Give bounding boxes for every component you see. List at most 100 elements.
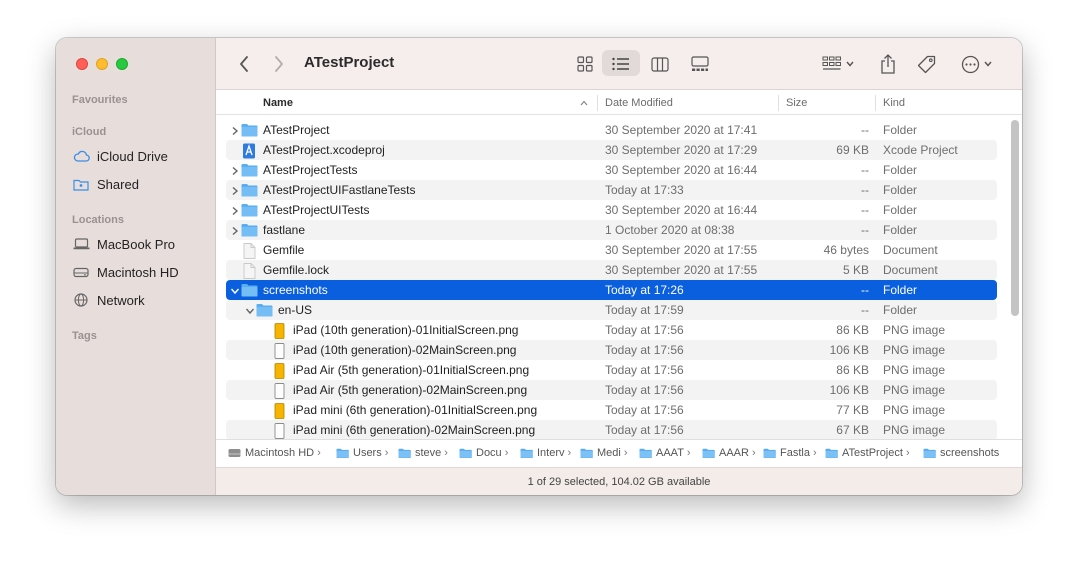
- status-bar: 1 of 29 selected, 104.02 GB available: [216, 467, 1022, 495]
- path-item[interactable]: AAAT ›: [639, 447, 691, 459]
- icon-view-button[interactable]: [572, 52, 598, 76]
- sidebar-item-macintosh-hd[interactable]: Macintosh HD: [72, 262, 179, 282]
- path-item-label: Interv: [537, 447, 565, 459]
- path-item-label: steve: [415, 447, 442, 459]
- file-kind: PNG image: [883, 343, 946, 357]
- home-folder-icon: [398, 448, 415, 458]
- file-row[interactable]: en-US Today at 17:59 -- Folder: [226, 300, 997, 320]
- column-header-date[interactable]: Date Modified: [605, 97, 673, 109]
- file-row[interactable]: ATestProject.xcodeproj 30 September 2020 …: [226, 140, 997, 160]
- file-name: iPad (10th generation)-01InitialScreen.p…: [293, 323, 519, 337]
- sidebar-section-locations[interactable]: Locations: [72, 214, 124, 226]
- list-view-button[interactable]: [607, 52, 635, 76]
- file-date-modified: 30 September 2020 at 17:41: [605, 123, 758, 137]
- cloud-icon: [72, 149, 90, 163]
- path-item[interactable]: Interv ›: [520, 447, 571, 459]
- share-button[interactable]: [876, 51, 900, 77]
- minimize-window-button[interactable]: [96, 58, 108, 70]
- sidebar-section-icloud[interactable]: iCloud: [72, 126, 106, 138]
- folder-icon: [241, 163, 258, 177]
- file-date-modified: 30 September 2020 at 17:55: [605, 243, 758, 257]
- columns-icon: [651, 56, 669, 72]
- file-date-modified: 30 September 2020 at 17:29: [605, 143, 758, 157]
- path-item-label: Medi: [597, 447, 621, 459]
- group-by-button[interactable]: [818, 52, 858, 76]
- list-icon: [612, 57, 629, 71]
- back-button[interactable]: [234, 54, 254, 74]
- path-separator-icon: ›: [751, 447, 756, 459]
- path-item[interactable]: ATestProject ›: [825, 447, 910, 459]
- file-size: --: [861, 183, 869, 197]
- file-kind: Document: [883, 243, 938, 257]
- disclosure-expanded-icon[interactable]: [230, 285, 240, 295]
- file-name: en-US: [278, 303, 313, 317]
- path-item[interactable]: Macintosh HD ›: [228, 447, 321, 459]
- file-row[interactable]: ATestProjectTests 30 September 2020 at 16…: [226, 160, 997, 180]
- column-header-size[interactable]: Size: [786, 97, 807, 109]
- file-row[interactable]: iPad (10th generation)-02MainScreen.png T…: [226, 340, 997, 360]
- png-image-icon: [271, 423, 288, 439]
- path-item[interactable]: Medi ›: [580, 447, 628, 459]
- toolbar: ATestProject: [216, 38, 1022, 90]
- disclosure-collapsed-icon[interactable]: [230, 225, 240, 236]
- forward-button[interactable]: [269, 54, 289, 74]
- tag-icon: [917, 55, 935, 73]
- file-row[interactable]: iPad (10th generation)-01InitialScreen.p…: [226, 320, 997, 340]
- column-header-name[interactable]: Name: [263, 97, 293, 109]
- file-row[interactable]: iPad mini (6th generation)-02MainScreen.…: [226, 420, 997, 439]
- folder-icon: [241, 183, 258, 197]
- sidebar-item-macbook-pro[interactable]: MacBook Pro: [72, 234, 175, 254]
- file-row[interactable]: fastlane 1 October 2020 at 08:38 -- Folder: [226, 220, 997, 240]
- file-row[interactable]: iPad mini (6th generation)-01InitialScre…: [226, 400, 997, 420]
- file-row[interactable]: Gemfile.lock 30 September 2020 at 17:55 5 …: [226, 260, 997, 280]
- file-kind: Folder: [883, 183, 918, 197]
- sidebar-item-shared[interactable]: Shared: [72, 174, 139, 194]
- disclosure-collapsed-icon[interactable]: [230, 185, 240, 196]
- vertical-scrollbar[interactable]: [1011, 120, 1019, 316]
- file-name: screenshots: [263, 283, 328, 297]
- path-bar: Macintosh HD › Users › steve › Docu › Interv › Med…: [216, 439, 1022, 467]
- file-row[interactable]: Gemfile 30 September 2020 at 17:55 46 byte…: [226, 240, 997, 260]
- file-size: 46 bytes: [823, 243, 869, 257]
- path-item[interactable]: Docu ›: [459, 447, 508, 459]
- disclosure-collapsed-icon[interactable]: [230, 205, 240, 216]
- path-separator-icon: ›: [444, 447, 448, 459]
- disclosure-expanded-icon[interactable]: [245, 305, 255, 315]
- file-row[interactable]: ATestProject 30 September 2020 at 17:41 --…: [226, 120, 997, 140]
- disclosure-collapsed-icon[interactable]: [230, 125, 240, 136]
- sidebar-section-favourites[interactable]: Favourites: [72, 94, 128, 106]
- column-view-button[interactable]: [647, 52, 673, 76]
- sidebar-section-tags[interactable]: Tags: [72, 330, 97, 342]
- file-row[interactable]: iPad Air (5th generation)-02MainScreen.p…: [226, 380, 997, 400]
- file-name: Gemfile: [263, 243, 305, 257]
- disclosure-collapsed-icon[interactable]: [230, 165, 240, 176]
- path-item[interactable]: AAAR ›: [702, 447, 756, 459]
- column-header-kind[interactable]: Kind: [883, 97, 905, 109]
- path-separator-icon: ›: [567, 447, 572, 459]
- file-size: --: [861, 283, 869, 297]
- path-item[interactable]: Users ›: [336, 447, 388, 459]
- file-list[interactable]: ATestProject 30 September 2020 at 17:41 --…: [216, 117, 1022, 439]
- path-item[interactable]: Fastla ›: [763, 447, 817, 459]
- file-kind: PNG image: [883, 423, 946, 437]
- path-item[interactable]: screenshots: [923, 447, 999, 459]
- sidebar-item-icloud-drive[interactable]: iCloud Drive: [72, 146, 168, 166]
- file-row[interactable]: ATestProjectUIFastlaneTests Today at 17:3…: [226, 180, 997, 200]
- folder-icon: [923, 448, 940, 458]
- file-row[interactable]: iPad Air (5th generation)-01InitialScree…: [226, 360, 997, 380]
- gallery-view-button[interactable]: [686, 52, 714, 76]
- close-window-button[interactable]: [76, 58, 88, 70]
- column-divider[interactable]: [875, 95, 876, 111]
- file-size: 86 KB: [836, 363, 869, 377]
- more-actions-button[interactable]: [956, 52, 996, 76]
- file-row[interactable]: screenshots Today at 17:26 -- Folder: [226, 280, 997, 300]
- tags-button[interactable]: [913, 52, 939, 76]
- globe-icon: [72, 293, 90, 307]
- sidebar-item-network[interactable]: Network: [72, 290, 145, 310]
- file-row[interactable]: ATestProjectUITests 30 September 2020 at …: [226, 200, 997, 220]
- zoom-window-button[interactable]: [116, 58, 128, 70]
- path-item[interactable]: steve ›: [398, 447, 448, 459]
- column-divider[interactable]: [778, 95, 779, 111]
- folder-icon: [763, 448, 780, 458]
- column-divider[interactable]: [597, 95, 598, 111]
